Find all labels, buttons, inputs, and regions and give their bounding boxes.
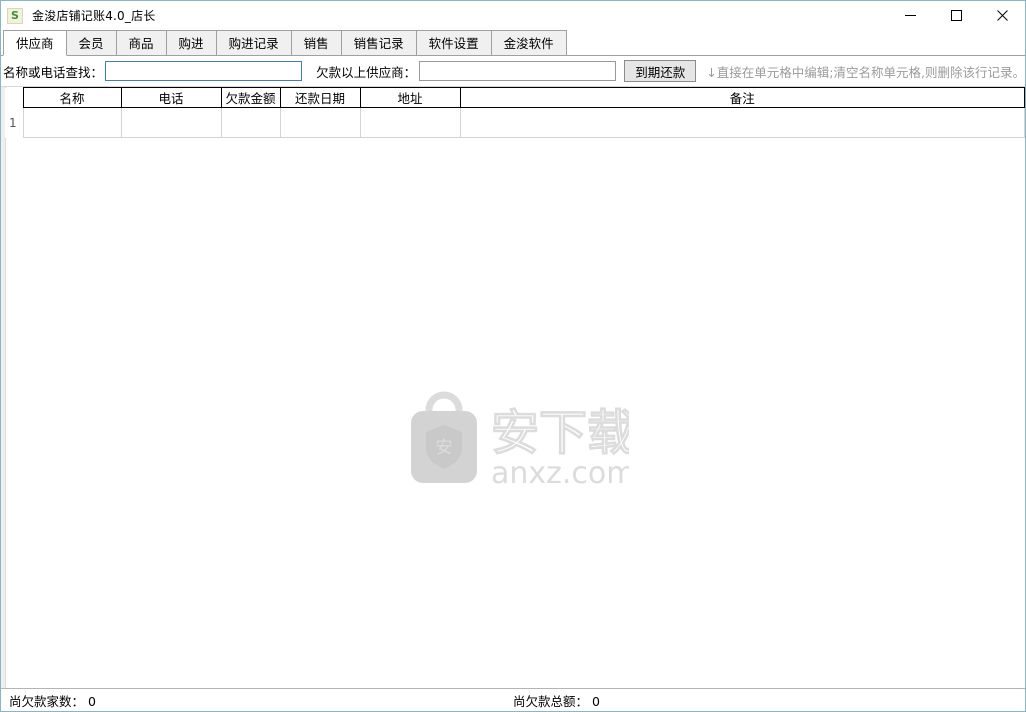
tab-jinjun-software[interactable]: 金浚软件 [490, 30, 567, 55]
svg-text:安下载: 安下载 [491, 405, 629, 461]
supplier-table: 名称 电话 欠款金额 还款日期 地址 备注 1 [5, 87, 1025, 138]
minimize-button[interactable] [887, 1, 933, 30]
search-input[interactable] [105, 61, 303, 81]
cell-phone[interactable] [120, 107, 222, 138]
cell-note[interactable] [459, 107, 1025, 138]
status-debt-total: 尚欠款总额： 0 [513, 693, 600, 709]
column-header-debt[interactable]: 欠款金额 [220, 87, 281, 108]
anxz-watermark-icon: 安 安下载 anxz.com [411, 391, 636, 491]
tab-members[interactable]: 会员 [65, 30, 117, 55]
tab-sales-records[interactable]: 销售记录 [340, 30, 417, 55]
cell-address[interactable] [359, 107, 461, 138]
debt-filter-label: 欠款以上供应商： [316, 64, 417, 80]
table-header-row: 名称 电话 欠款金额 还款日期 地址 备注 [5, 87, 1025, 108]
column-header-repay-date[interactable]: 还款日期 [279, 87, 361, 108]
app-logo-icon: S [7, 7, 23, 24]
application-window: S 金浚店铺记账4.0_店长 供应商 会员 商品 购进 购进记录 销售 销售记录… [0, 0, 1026, 712]
table-row[interactable]: 1 [5, 107, 1025, 138]
tab-purchase-records[interactable]: 购进记录 [215, 30, 292, 55]
tab-products[interactable]: 商品 [115, 30, 167, 55]
status-bar: 尚欠款家数： 0 尚欠款总额： 0 [1, 688, 1025, 711]
column-header-phone[interactable]: 电话 [120, 87, 222, 108]
cell-debt[interactable] [220, 107, 281, 138]
window-title: 金浚店铺记账4.0_店长 [32, 9, 156, 23]
row-header-index[interactable]: 1 [5, 107, 23, 138]
tab-purchase[interactable]: 购进 [165, 30, 217, 55]
filter-toolbar: 名称或电话查找： 欠款以上供应商： 到期还款 ↓直接在单元格中编辑;清空名称单元… [1, 56, 1025, 86]
tab-sales[interactable]: 销售 [290, 30, 342, 55]
debt-threshold-input[interactable] [419, 61, 617, 81]
maximize-icon [950, 10, 962, 21]
window-controls [887, 1, 1025, 30]
close-icon [996, 10, 1008, 21]
status-debt-house-count: 尚欠款家数： 0 [9, 693, 96, 709]
search-label: 名称或电话查找： [3, 64, 104, 80]
title-bar: S 金浚店铺记账4.0_店长 [1, 1, 1025, 30]
cell-name[interactable] [22, 107, 122, 138]
minimize-icon [904, 15, 916, 16]
table-corner-cell [5, 87, 23, 108]
svg-text:安: 安 [436, 438, 453, 458]
tab-suppliers[interactable]: 供应商 [3, 30, 67, 56]
anxz-watermark: 安 安下载 anxz.com [399, 387, 636, 491]
main-tabs: 供应商 会员 商品 购进 购进记录 销售 销售记录 软件设置 金浚软件 [1, 30, 1025, 56]
close-button[interactable] [979, 1, 1025, 30]
column-header-note[interactable]: 备注 [459, 87, 1025, 108]
svg-text:anxz.com: anxz.com [491, 456, 629, 491]
cell-repay-date[interactable] [279, 107, 361, 138]
maximize-button[interactable] [933, 1, 979, 30]
supplier-grid-area: 名称 电话 欠款金额 还款日期 地址 备注 1 安 安下载 anxz.com [1, 86, 1025, 688]
column-header-name[interactable]: 名称 [22, 87, 122, 108]
grid-left-gutter [1, 87, 6, 688]
app-logo-letter: S [11, 8, 19, 22]
tab-settings[interactable]: 软件设置 [415, 30, 492, 55]
due-repayment-button[interactable]: 到期还款 [624, 60, 697, 82]
column-header-address[interactable]: 地址 [359, 87, 461, 108]
edit-hint-text: ↓直接在单元格中编辑;清空名称单元格,则删除该行记录。 [706, 64, 1025, 80]
